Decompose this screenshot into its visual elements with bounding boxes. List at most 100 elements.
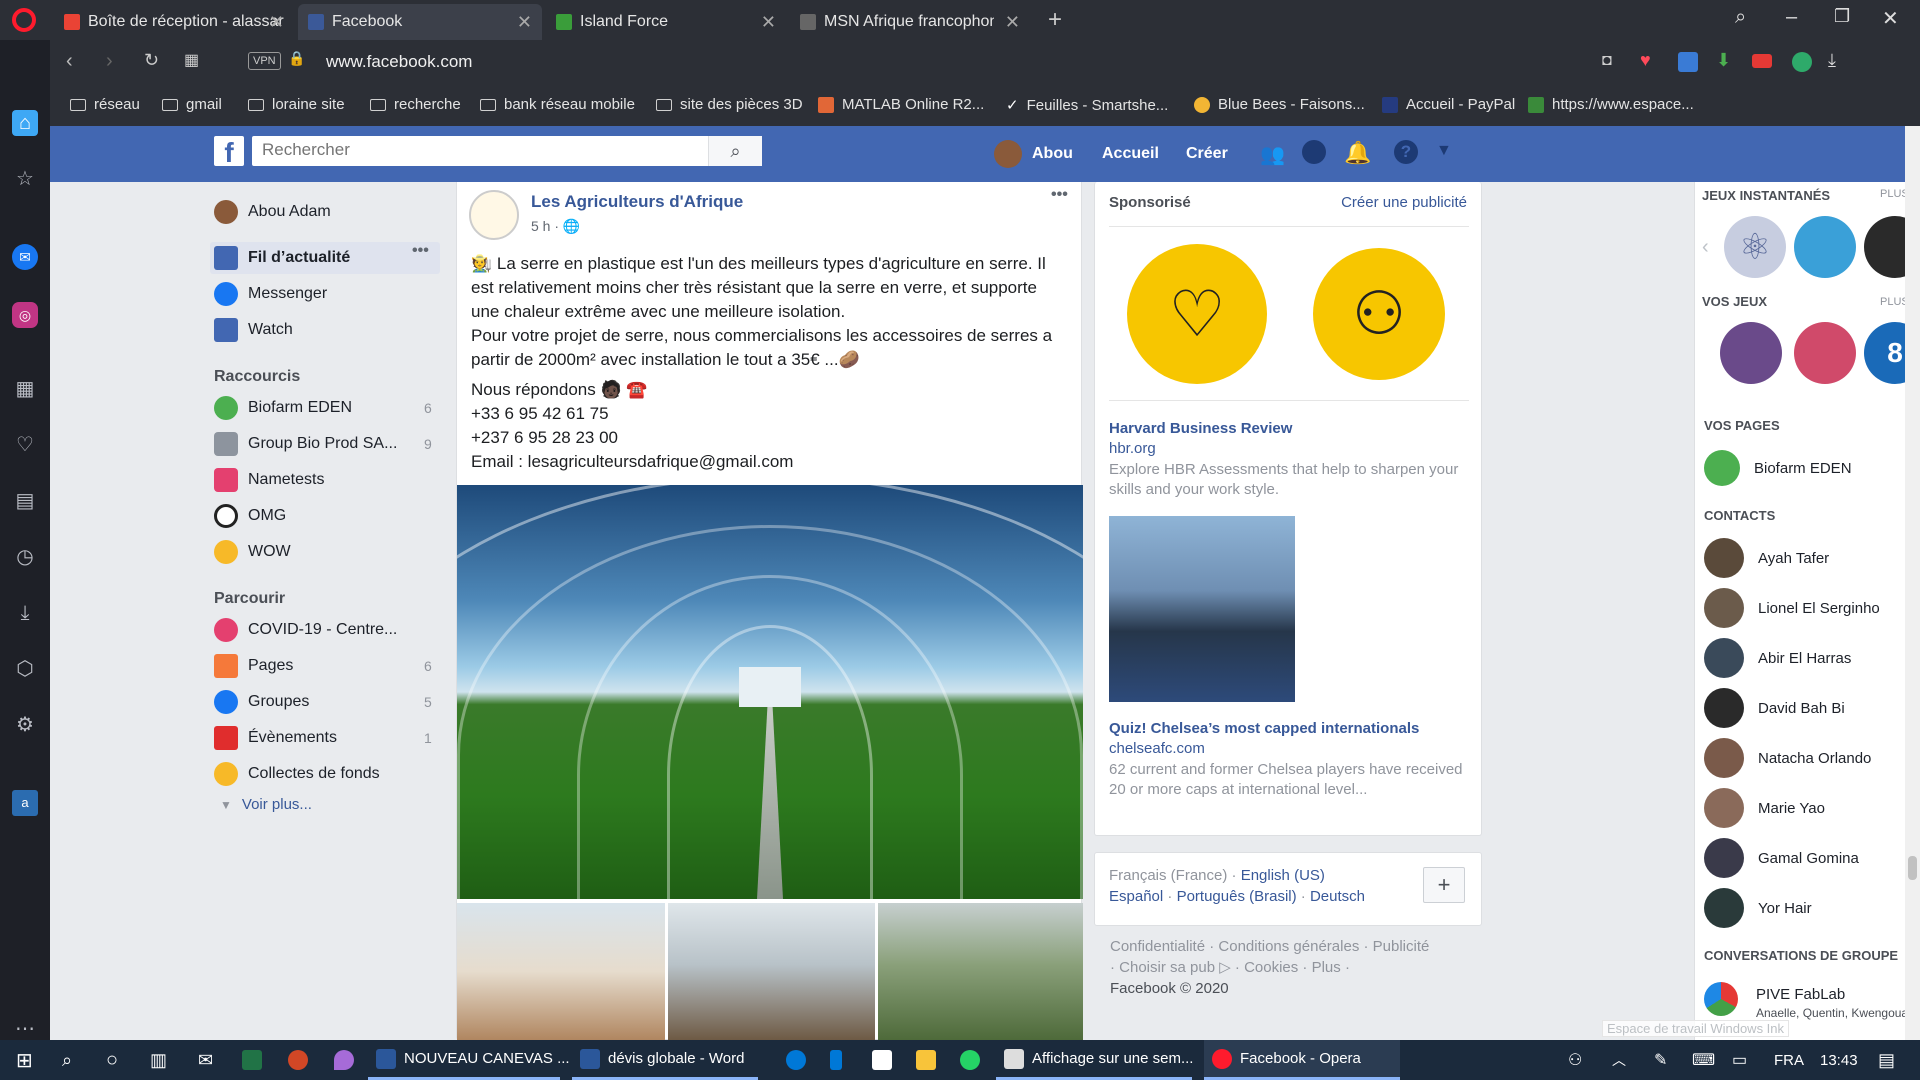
ad-photo-footballers[interactable] <box>1109 516 1295 702</box>
back-icon[interactable]: ‹ <box>66 50 73 73</box>
sidebar-item-watch[interactable]: Watch <box>214 318 293 342</box>
bookmark-3d[interactable]: site des pièces 3D <box>656 96 803 113</box>
bookmark-matlab[interactable]: MATLAB Online R2... <box>818 96 984 113</box>
youtube-ext-icon[interactable] <box>1752 54 1772 68</box>
tabs-grid-icon[interactable]: ▦ <box>184 50 199 70</box>
search-icon[interactable]: ⌕ <box>1735 6 1746 29</box>
new-tab-button[interactable]: + <box>1048 6 1062 34</box>
vpn-badge[interactable]: VPN <box>248 52 281 70</box>
news-icon[interactable]: ▤ <box>12 488 38 514</box>
account-ext-icon[interactable] <box>1792 52 1812 72</box>
community-people-icon[interactable]: ⚇ <box>1313 248 1445 380</box>
task-view-icon[interactable]: ▥ <box>142 1040 175 1080</box>
close-window-icon[interactable]: ✕ <box>1882 6 1899 31</box>
bookmark-loraine[interactable]: loraine site <box>248 96 345 113</box>
explore-fundraisers[interactable]: Collectes de fonds <box>214 762 380 786</box>
tab-msn[interactable]: MSN Afrique francophone: ✕ <box>790 4 1030 40</box>
shortcut-biofarm[interactable]: Biofarm EDEN <box>214 396 352 420</box>
help-icon[interactable]: ? <box>1394 140 1418 164</box>
translate-ext-icon[interactable] <box>1678 52 1698 72</box>
phone-icon[interactable] <box>822 1040 850 1080</box>
taskbar-word-canevas[interactable]: NOUVEAU CANEVAS ... <box>368 1040 570 1080</box>
sidebar-item-news-feed[interactable]: Fil d’actualité <box>214 246 350 270</box>
game-thumbnail[interactable] <box>1794 216 1856 278</box>
create-ad-link[interactable]: Créer une publicité <box>1341 194 1467 211</box>
more-icon[interactable]: ⋯ <box>12 1016 38 1042</box>
bookmark-gmail[interactable]: gmail <box>162 96 222 113</box>
more-options-icon[interactable]: ••• <box>412 242 429 260</box>
whatsapp-icon[interactable] <box>952 1040 988 1080</box>
maps-icon[interactable] <box>326 1040 362 1080</box>
search-icon[interactable]: ⌕ <box>54 1040 80 1080</box>
messenger-icon[interactable] <box>1302 140 1326 164</box>
atom-game-icon[interactable]: ⚛ <box>1724 216 1786 278</box>
chevron-down-icon[interactable]: ▼ <box>1436 142 1452 160</box>
nav-profile[interactable]: Abou <box>1032 145 1073 163</box>
nav-create[interactable]: Créer <box>1186 145 1228 163</box>
nav-home[interactable]: Accueil <box>1102 145 1159 163</box>
history-icon[interactable]: ◷ <box>12 544 38 570</box>
group-name[interactable]: PIVE FabLab <box>1756 986 1845 1003</box>
tab-island-force[interactable]: Island Force ✕ <box>546 4 786 40</box>
language-link[interactable]: Español <box>1109 888 1163 905</box>
group-avatar[interactable] <box>1704 982 1738 1016</box>
avatar[interactable] <box>994 140 1022 168</box>
keyboard-icon[interactable]: ⌨ <box>1684 1040 1723 1080</box>
contact-item[interactable]: Lionel El Serginho <box>1704 588 1880 628</box>
add-language-button[interactable]: + <box>1423 867 1465 903</box>
explore-events[interactable]: Évènements <box>214 726 337 750</box>
file-explorer-icon[interactable] <box>908 1040 944 1080</box>
ad-title[interactable]: Quiz! Chelsea’s most capped internationa… <box>1109 720 1419 737</box>
facebook-logo-icon[interactable]: f <box>214 136 244 168</box>
people-icon[interactable]: ⚇ <box>1560 1040 1590 1080</box>
explore-groups[interactable]: Groupes <box>214 690 309 714</box>
restore-icon[interactable]: ❐ <box>1834 6 1850 27</box>
network-icon[interactable]: ▭ <box>1724 1040 1755 1080</box>
reload-icon[interactable]: ↻ <box>144 50 159 71</box>
page-avatar[interactable] <box>469 190 519 240</box>
language-link[interactable]: Português (Brasil) <box>1177 888 1297 905</box>
footer-line[interactable]: · Choisir sa pub ▷ · Cookies · Plus · <box>1110 957 1490 978</box>
search-box[interactable]: ⌕ <box>252 136 762 166</box>
bookmark-smartsheet[interactable]: ✓ Feuilles - Smartshe... <box>1006 96 1168 115</box>
sidebar-item-messenger[interactable]: Messenger <box>214 282 327 306</box>
bookmark-reseau[interactable]: réseau <box>70 96 140 113</box>
opera-logo-icon[interactable] <box>12 8 36 32</box>
shortcut-omg[interactable]: OMG <box>214 504 286 528</box>
translate-icon[interactable]: a <box>12 790 38 816</box>
post-photo-greenhouse[interactable] <box>457 485 1083 899</box>
language-link[interactable]: English (US) <box>1241 867 1325 884</box>
windows-start-icon[interactable]: ⊞ <box>8 1040 41 1080</box>
forward-icon[interactable]: › <box>106 50 113 73</box>
language-link[interactable]: Deutsch <box>1310 888 1365 905</box>
scrollbar[interactable] <box>1905 126 1920 1040</box>
scrollbar-thumb[interactable] <box>1908 856 1917 880</box>
profile-link[interactable]: Abou Adam <box>214 200 331 224</box>
home-icon[interactable]: ⌂ <box>12 110 38 136</box>
friend-requests-icon[interactable]: 👥 <box>1260 142 1285 167</box>
excel-icon[interactable] <box>234 1040 270 1080</box>
contact-item[interactable]: Yor Hair <box>1704 888 1812 928</box>
tab-facebook[interactable]: Facebook ✕ <box>298 4 542 40</box>
shortcut-wow[interactable]: WOW <box>214 540 291 564</box>
contact-item[interactable]: Marie Yao <box>1704 788 1825 828</box>
post-options-icon[interactable]: ••• <box>1051 186 1068 204</box>
contact-item[interactable]: David Bah Bi <box>1704 688 1845 728</box>
footer-line[interactable]: Confidentialité · Conditions générales ·… <box>1110 936 1490 957</box>
game-thumbnail[interactable] <box>1794 322 1856 384</box>
my-games-more-link[interactable]: PLUS <box>1880 296 1905 308</box>
speed-dial-icon[interactable]: ▦ <box>12 376 38 402</box>
explore-pages[interactable]: Pages <box>214 654 293 678</box>
chevron-left-icon[interactable]: ‹ <box>1702 236 1709 259</box>
bookmark-bank[interactable]: bank réseau mobile <box>480 96 635 113</box>
url-field[interactable]: www.facebook.com <box>326 52 472 72</box>
bookmark-recherche[interactable]: recherche <box>370 96 461 113</box>
ad-title[interactable]: Harvard Business Review <box>1109 420 1292 437</box>
powerpoint-icon[interactable] <box>280 1040 316 1080</box>
post-photo-thumb[interactable] <box>878 903 1083 1040</box>
game-thumbnail[interactable] <box>1720 322 1782 384</box>
messenger-icon[interactable]: ✉ <box>12 244 38 270</box>
my-page-biofarm[interactable]: Biofarm EDEN <box>1704 450 1852 486</box>
contact-item[interactable]: Ayah Tafer <box>1704 538 1829 578</box>
shortcut-nametests[interactable]: Nametests <box>214 468 324 492</box>
